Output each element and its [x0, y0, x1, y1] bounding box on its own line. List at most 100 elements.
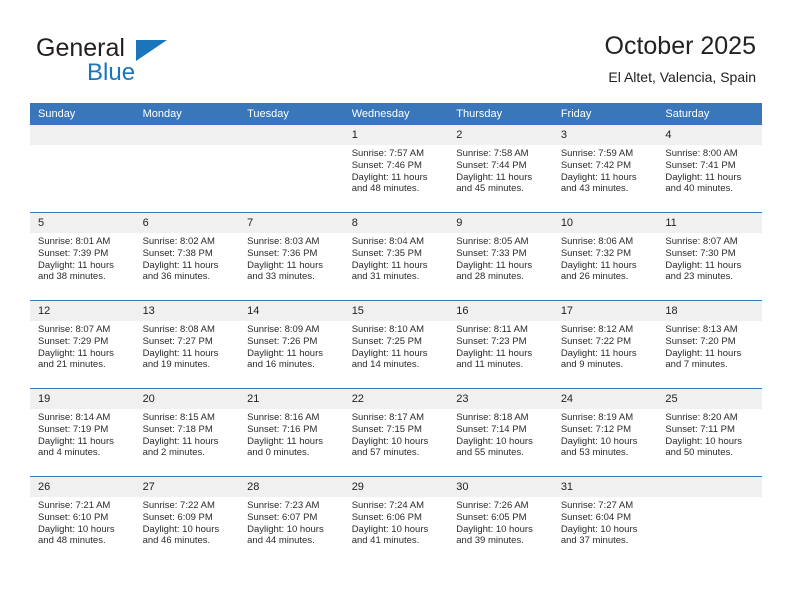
detail-sunset: Sunset: 6:10 PM: [38, 511, 109, 523]
day-cell-inner: 15 Sunrise: 8:10 AM Sunset: 7:25 PM Dayligh…: [343, 301, 449, 388]
detail-daylight-2: and 45 minutes.: [456, 183, 524, 195]
detail-sunrise: Sunrise: 8:07 AM: [38, 324, 111, 335]
day-details: Sunrise: 8:16 AM Sunset: 7:16 PM Daylight:…: [239, 409, 344, 459]
detail-daylight-1: Daylight: 10 hours: [665, 435, 742, 447]
logo-text-blue: Blue: [87, 59, 136, 86]
detail-sunrise: Sunrise: 8:07 AM: [665, 236, 738, 247]
calendar-body: 1 Sunrise: 7:57 AM Sunset: 7:46 PM Daylight…: [30, 125, 762, 564]
day-number: 31: [552, 477, 658, 497]
calendar-page: General Blue October 2025 El Altet, Vale…: [0, 0, 792, 612]
day-details: Sunrise: 8:18 AM Sunset: 7:14 PM Daylight:…: [448, 409, 553, 459]
day-cell-inner: 22 Sunrise: 8:17 AM Sunset: 7:15 PM Dayligh…: [343, 389, 449, 476]
detail-sunrise: Sunrise: 7:57 AM: [351, 148, 425, 159]
day-details: Sunrise: 8:17 AM Sunset: 7:15 PM Daylight:…: [344, 409, 449, 459]
calendar-day-cell[interactable]: 7 Sunrise: 8:03 AM Sunset: 7:36 PM Daylight…: [239, 212, 344, 301]
day-number: 16: [448, 301, 553, 321]
day-cell-inner: 12 Sunrise: 8:07 AM Sunset: 7:29 PM Dayligh…: [30, 301, 135, 388]
calendar-day-cell[interactable]: 1 Sunrise: 7:57 AM Sunset: 7:46 PM Daylight…: [343, 125, 449, 213]
day-number: 3: [552, 125, 658, 145]
day-number: [134, 125, 240, 145]
calendar-day-cell[interactable]: 29 Sunrise: 7:24 AM Sunset: 6:06 PM Dayligh…: [343, 476, 449, 564]
detail-sunrise: Sunrise: 8:01 AM: [38, 236, 111, 247]
detail-daylight-2: and 26 minutes.: [560, 271, 629, 283]
calendar-day-cell[interactable]: 30 Sunrise: 7:26 AM Sunset: 6:05 PM Dayligh…: [448, 476, 553, 564]
detail-sunset: Sunset: 7:39 PM: [38, 247, 109, 259]
day-number: 15: [343, 301, 449, 321]
day-number: 25: [657, 389, 762, 409]
detail-daylight-2: and 33 minutes.: [247, 271, 315, 283]
detail-sunrise: Sunrise: 8:00 AM: [665, 148, 738, 159]
calendar-day-cell[interactable]: 20 Sunrise: 8:15 AM Sunset: 7:18 PM Dayligh…: [134, 388, 240, 477]
calendar-day-cell[interactable]: 21 Sunrise: 8:16 AM Sunset: 7:16 PM Dayligh…: [239, 388, 344, 477]
calendar-day-cell[interactable]: 28 Sunrise: 7:23 AM Sunset: 6:07 PM Dayligh…: [239, 476, 344, 564]
day-details: Sunrise: 8:20 AM Sunset: 7:11 PM Daylight:…: [657, 409, 762, 459]
detail-daylight-2: and 28 minutes.: [456, 271, 524, 283]
calendar-day-cell[interactable]: 27 Sunrise: 7:22 AM Sunset: 6:09 PM Dayligh…: [134, 476, 240, 564]
day-number: 6: [134, 213, 240, 233]
calendar-day-cell[interactable]: 16 Sunrise: 8:11 AM Sunset: 7:23 PM Dayligh…: [448, 300, 553, 389]
calendar-day-cell[interactable]: 31 Sunrise: 7:27 AM Sunset: 6:04 PM Dayligh…: [552, 476, 658, 564]
calendar-day-cell[interactable]: 8 Sunrise: 8:04 AM Sunset: 7:35 PM Daylight…: [343, 212, 449, 301]
calendar-day-cell[interactable]: 25 Sunrise: 8:20 AM Sunset: 7:11 PM Dayligh…: [657, 388, 762, 477]
detail-sunrise: Sunrise: 7:27 AM: [560, 500, 634, 511]
day-details: Sunrise: 8:04 AM Sunset: 7:35 PM Daylight:…: [344, 233, 449, 283]
detail-daylight-1: Daylight: 11 hours: [247, 259, 323, 271]
detail-daylight-2: and 38 minutes.: [38, 271, 106, 283]
location-subtitle: El Altet, Valencia, Spain: [608, 69, 756, 85]
calendar-day-cell[interactable]: 19 Sunrise: 8:14 AM Sunset: 7:19 PM Dayligh…: [30, 388, 135, 477]
calendar-day-cell[interactable]: 18 Sunrise: 8:13 AM Sunset: 7:20 PM Dayligh…: [657, 300, 762, 389]
calendar-day-cell[interactable]: 11 Sunrise: 8:07 AM Sunset: 7:30 PM Dayligh…: [657, 212, 762, 301]
day-details: Sunrise: 8:15 AM Sunset: 7:18 PM Daylight:…: [135, 409, 240, 459]
calendar-day-cell[interactable]: 23 Sunrise: 8:18 AM Sunset: 7:14 PM Dayligh…: [448, 388, 553, 477]
general-blue-logo[interactable]: General Blue: [36, 34, 236, 90]
day-cell-inner: 23 Sunrise: 8:18 AM Sunset: 7:14 PM Dayligh…: [448, 389, 553, 476]
detail-daylight-1: Daylight: 11 hours: [560, 347, 637, 359]
calendar-day-cell[interactable]: 17 Sunrise: 8:12 AM Sunset: 7:22 PM Dayligh…: [552, 300, 658, 389]
detail-daylight-1: Daylight: 10 hours: [247, 523, 324, 535]
calendar-day-cell[interactable]: 14 Sunrise: 8:09 AM Sunset: 7:26 PM Dayligh…: [239, 300, 344, 389]
detail-daylight-2: and 48 minutes.: [38, 535, 106, 547]
detail-sunset: Sunset: 6:06 PM: [351, 511, 422, 523]
detail-daylight-2: and 46 minutes.: [142, 535, 211, 547]
detail-daylight-1: Daylight: 10 hours: [456, 435, 533, 447]
calendar-day-cell[interactable]: 15 Sunrise: 8:10 AM Sunset: 7:25 PM Dayligh…: [343, 300, 449, 389]
detail-daylight-1: Daylight: 11 hours: [351, 171, 428, 183]
calendar-day-cell[interactable]: 5 Sunrise: 8:01 AM Sunset: 7:39 PM Daylight…: [30, 212, 135, 301]
day-cell-inner: 7 Sunrise: 8:03 AM Sunset: 7:36 PM Daylight…: [239, 213, 344, 300]
detail-daylight-2: and 39 minutes.: [456, 535, 524, 547]
calendar-day-cell[interactable]: 26 Sunrise: 7:21 AM Sunset: 6:10 PM Dayligh…: [30, 476, 135, 564]
day-number: 10: [552, 213, 658, 233]
day-cell-inner: 14 Sunrise: 8:09 AM Sunset: 7:26 PM Dayligh…: [239, 301, 344, 388]
day-details: Sunrise: 8:09 AM Sunset: 7:26 PM Daylight:…: [239, 321, 344, 371]
calendar-day-cell[interactable]: 4 Sunrise: 8:00 AM Sunset: 7:41 PM Daylight…: [657, 125, 762, 213]
calendar-day-cell[interactable]: 10 Sunrise: 8:06 AM Sunset: 7:32 PM Dayligh…: [552, 212, 658, 301]
detail-daylight-2: and 23 minutes.: [665, 271, 733, 283]
calendar-day-cell[interactable]: 9 Sunrise: 8:05 AM Sunset: 7:33 PM Daylight…: [448, 212, 553, 301]
detail-sunset: Sunset: 7:42 PM: [560, 159, 632, 171]
detail-daylight-1: Daylight: 11 hours: [142, 347, 219, 359]
calendar-day-cell[interactable]: 3 Sunrise: 7:59 AM Sunset: 7:42 PM Daylight…: [552, 125, 658, 213]
detail-daylight-2: and 11 minutes.: [456, 359, 524, 371]
calendar-cell-empty: [657, 476, 762, 564]
day-details: Sunrise: 8:00 AM Sunset: 7:41 PM Daylight:…: [657, 145, 762, 195]
calendar-day-cell[interactable]: 24 Sunrise: 8:19 AM Sunset: 7:12 PM Dayligh…: [552, 388, 658, 477]
day-number: 23: [448, 389, 553, 409]
calendar-day-cell[interactable]: 2 Sunrise: 7:58 AM Sunset: 7:44 PM Daylight…: [448, 125, 553, 213]
day-details: Sunrise: 7:22 AM Sunset: 6:09 PM Daylight:…: [135, 497, 240, 547]
detail-daylight-2: and 7 minutes.: [665, 359, 728, 371]
detail-daylight-1: Daylight: 11 hours: [247, 347, 323, 359]
calendar-day-cell[interactable]: 6 Sunrise: 8:02 AM Sunset: 7:38 PM Daylight…: [134, 212, 240, 301]
calendar-day-cell[interactable]: 13 Sunrise: 8:08 AM Sunset: 7:27 PM Dayligh…: [134, 300, 240, 389]
detail-sunrise: Sunrise: 8:08 AM: [142, 324, 215, 335]
day-details: Sunrise: 7:58 AM Sunset: 7:44 PM Daylight:…: [448, 145, 553, 195]
day-details: Sunrise: 8:10 AM Sunset: 7:25 PM Daylight:…: [344, 321, 449, 371]
detail-sunset: Sunset: 6:07 PM: [247, 511, 318, 523]
detail-daylight-1: Daylight: 11 hours: [142, 435, 219, 447]
detail-daylight-2: and 2 minutes.: [142, 447, 205, 459]
detail-daylight-2: and 36 minutes.: [142, 271, 211, 283]
calendar-day-cell[interactable]: 22 Sunrise: 8:17 AM Sunset: 7:15 PM Dayligh…: [343, 388, 449, 477]
calendar-day-cell[interactable]: 12 Sunrise: 8:07 AM Sunset: 7:29 PM Dayligh…: [30, 300, 135, 389]
detail-sunrise: Sunrise: 7:22 AM: [142, 500, 215, 511]
detail-daylight-2: and 48 minutes.: [351, 183, 420, 195]
detail-sunrise: Sunrise: 8:20 AM: [665, 412, 738, 423]
